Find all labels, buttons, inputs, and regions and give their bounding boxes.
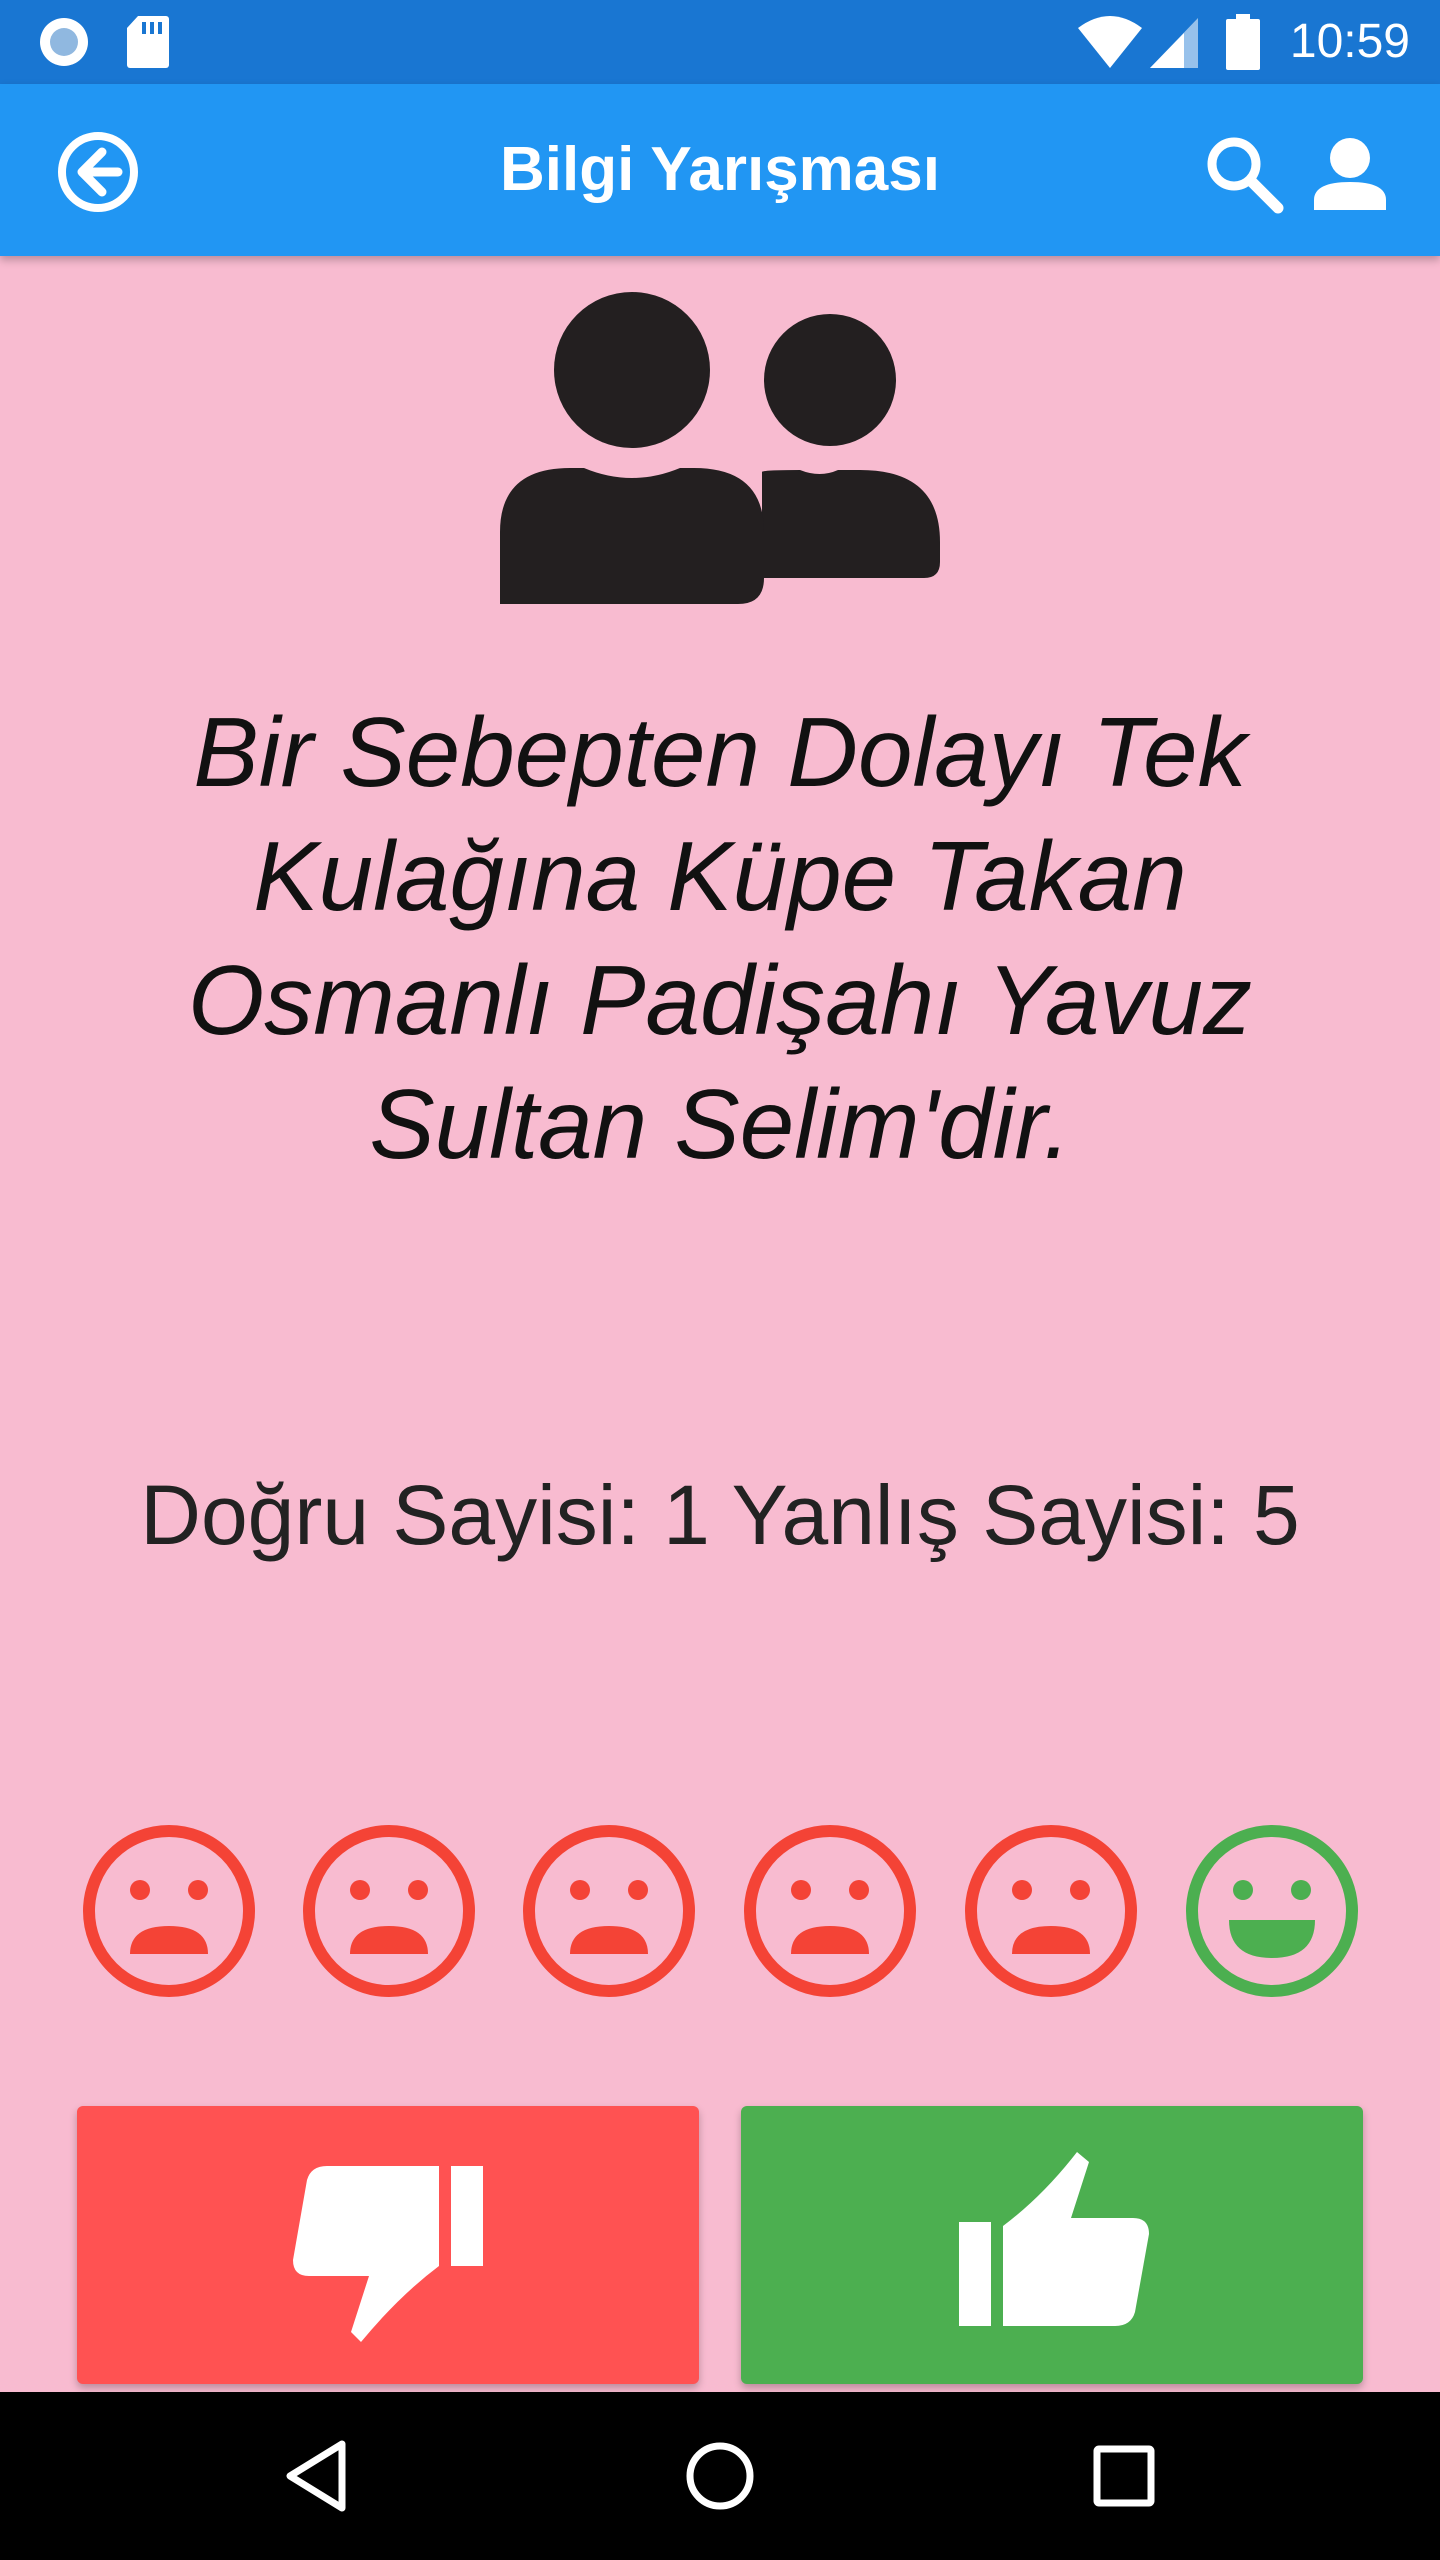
sd-card-icon: [127, 16, 169, 68]
home-nav-icon[interactable]: [670, 2426, 770, 2526]
back-nav-icon[interactable]: [266, 2426, 366, 2526]
signal-icon: [1150, 18, 1198, 68]
true-answer-button[interactable]: [741, 2106, 1363, 2384]
sad-face-icon: [523, 1825, 695, 1997]
happy-face-icon: [1186, 1825, 1358, 1997]
thumbs-up-icon: [959, 2152, 1149, 2326]
navigation-bar: [0, 2392, 1440, 2560]
wifi-icon: [1078, 16, 1142, 68]
false-answer-button[interactable]: [77, 2106, 699, 2384]
thumbs-down-icon: [293, 2166, 483, 2342]
sad-face-icon: [744, 1825, 916, 1997]
score-text: Doğru Sayisi: 1 Yanlış Sayisi: 5: [140, 1468, 1300, 1562]
people-icon: [500, 292, 940, 604]
sad-face-icon: [965, 1825, 1137, 1997]
battery-icon: [1226, 14, 1260, 70]
question-text: Bir Sebepten Dolayı Tek Kulağına Küpe Ta…: [187, 697, 1253, 1179]
status-bar: 10:59: [0, 0, 1440, 84]
notification-dot-icon: [40, 18, 88, 66]
search-icon[interactable]: [1204, 134, 1284, 214]
account-icon[interactable]: [1310, 134, 1390, 214]
sad-face-icon: [83, 1825, 255, 1997]
sad-face-icon: [303, 1825, 475, 1997]
app-bar: Bilgi Yarışması: [0, 84, 1440, 256]
status-time: 10:59: [1289, 15, 1410, 68]
recents-nav-icon[interactable]: [1074, 2426, 1174, 2526]
quiz-screen: 10:59 Bilgi Yarışması Bir Sebepten Dolay…: [0, 0, 1440, 2560]
